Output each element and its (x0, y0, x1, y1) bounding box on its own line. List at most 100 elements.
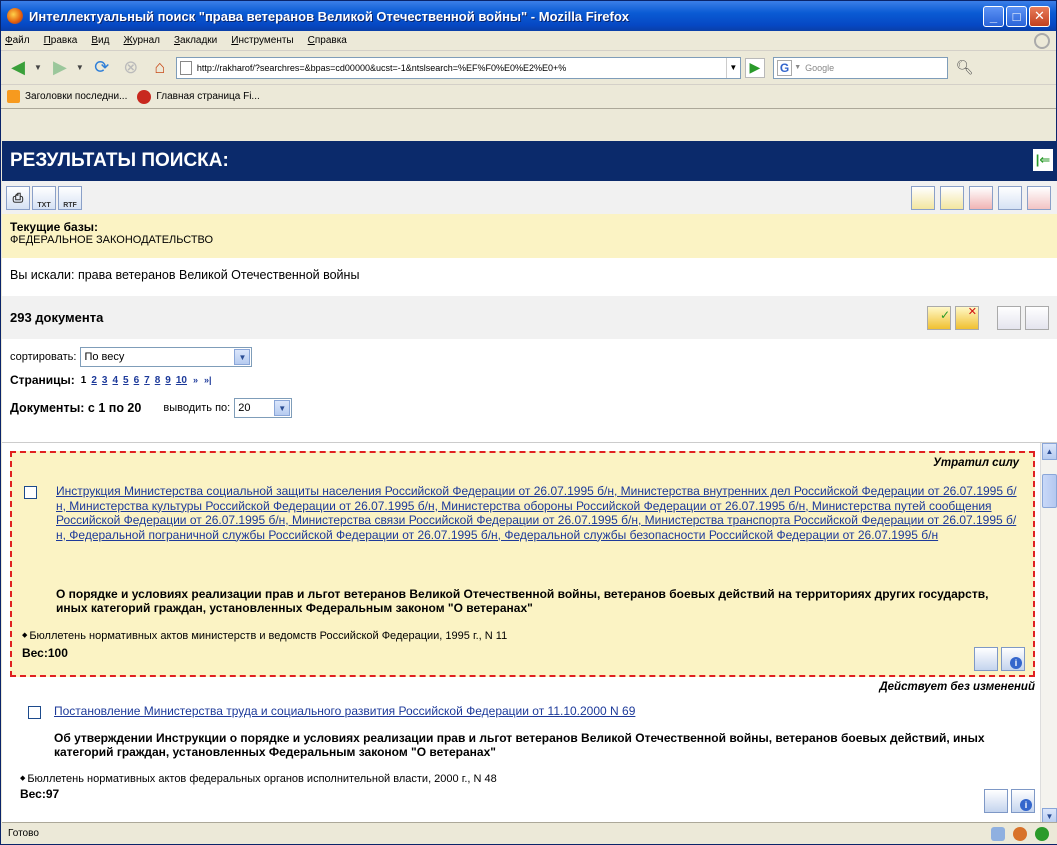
menu-history[interactable]: Журнал (123, 35, 160, 46)
toolbar: ⎙ TXT RTF (2, 181, 1057, 214)
export-icon[interactable] (997, 305, 1021, 330)
menu-file[interactable]: Файл (5, 35, 30, 46)
select-all-icon[interactable] (927, 305, 951, 330)
per-page-select[interactable]: 20 ▼ (234, 398, 293, 418)
back-dropdown-icon[interactable]: ▼ (34, 63, 42, 72)
pages-label: Страницы: (10, 373, 75, 387)
menu-edit[interactable]: Правка (44, 35, 78, 46)
menu-help[interactable]: Справка (308, 35, 347, 46)
results-header: РЕЗУЛЬТАТЫ ПОИСКА: |⇐ (2, 141, 1057, 181)
text-mode-icon[interactable] (1025, 305, 1049, 330)
page-link-8[interactable]: 8 (155, 375, 161, 386)
url-history-dropdown[interactable]: ▼ (725, 57, 740, 78)
addon-icon[interactable] (1013, 826, 1027, 841)
bases-icon[interactable] (969, 185, 993, 210)
search-box[interactable]: G ▼ Google (772, 56, 948, 79)
copy-doc-icon[interactable] (984, 789, 1008, 813)
result-checkbox[interactable] (24, 486, 37, 499)
scroll-thumb[interactable] (1042, 474, 1057, 508)
result-item: Утратил силу Инструкция Министерства соц… (10, 451, 1035, 677)
filter-icon[interactable] (911, 185, 935, 210)
page-content: РЕЗУЛЬТАТЫ ПОИСКА: |⇐ ⎙ TXT RTF Текущие … (2, 141, 1057, 824)
home-button[interactable]: ⌂ (147, 55, 173, 81)
firefox-icon (7, 8, 23, 24)
result-checkbox[interactable] (28, 706, 41, 719)
per-page-value: 20 (238, 402, 251, 414)
forward-button[interactable]: ▶ (47, 55, 73, 81)
page-link-2[interactable]: 2 (91, 375, 97, 386)
output-label: выводить по: (163, 402, 231, 414)
title-bar: Интеллектуальный поиск "права ветеранов … (1, 1, 1056, 31)
bookmark-doc-icon[interactable] (1027, 185, 1051, 210)
page-title: РЕЗУЛЬТАТЫ ПОИСКА: (10, 150, 229, 171)
collapse-panel-icon[interactable]: |⇐ (1033, 149, 1053, 171)
navigation-toolbar: ◀ ▼ ▶ ▼ ⟳ ⊗ ⌂ http://rakharof/?searchres… (1, 51, 1056, 85)
url-bar[interactable]: http://rakharof/?searchres=&bpas=cd00000… (175, 56, 741, 79)
stop-button[interactable]: ⊗ (118, 55, 144, 81)
deselect-all-icon[interactable] (955, 305, 979, 330)
bookmark-latest-headlines[interactable]: Заголовки последни... (7, 90, 127, 103)
minimize-button[interactable]: _ (983, 5, 1004, 27)
engine-dropdown-icon[interactable]: ▼ (794, 64, 801, 71)
url-text: http://rakharof/?searchres=&bpas=cd00000… (196, 62, 567, 73)
results-count-row: 293 документа (2, 296, 1057, 339)
chevron-down-icon[interactable]: ▼ (274, 400, 291, 416)
pagination: Страницы: 1 2 3 4 5 6 7 8 9 10 » »| (10, 369, 1049, 391)
page-link-6[interactable]: 6 (134, 375, 140, 386)
copy-doc-icon[interactable] (974, 647, 998, 671)
current-page: 1 (80, 374, 87, 386)
scroll-up-icon[interactable]: ▲ (1042, 443, 1057, 460)
windows-icon[interactable] (998, 185, 1022, 210)
result-source: Бюллетень нормативных актов федеральных … (20, 773, 496, 785)
google-engine-icon[interactable]: G (776, 59, 793, 76)
sort-value: По весу (84, 351, 125, 363)
go-button[interactable]: ▶ (744, 57, 765, 78)
current-bases: Текущие базы: ФЕДЕРАЛЬНОЕ ЗАКОНОДАТЕЛЬСТ… (2, 214, 1057, 258)
sort-select[interactable]: По весу ▼ (80, 347, 253, 367)
search-query-text: Вы искали: права ветеранов Великой Отече… (10, 268, 360, 282)
bookmark-label: Заголовки последни... (25, 91, 128, 102)
list-controls: сортировать: По весу ▼ Страницы: 1 2 3 4… (2, 339, 1057, 425)
info-icon[interactable] (1001, 647, 1025, 671)
result-title-link[interactable]: Инструкция Министерства социальной защит… (56, 484, 1021, 542)
bases-label: Текущие базы: (10, 220, 99, 234)
menu-bar: Файл Правка Вид Журнал Закладки Инструме… (1, 31, 1056, 51)
search-placeholder: Google (805, 62, 835, 73)
scrollbar[interactable]: ▲ ▼ (1040, 443, 1057, 824)
page-link-10[interactable]: 10 (176, 375, 187, 386)
menu-tools[interactable]: Инструменты (231, 35, 293, 46)
menu-bookmarks[interactable]: Закладки (174, 35, 217, 46)
status-badge: Действует без изменений (879, 681, 1035, 693)
bases-value: ФЕДЕРАЛЬНОЕ ЗАКОНОДАТЕЛЬСТВО (10, 234, 214, 246)
reload-button[interactable]: ⟳ (89, 55, 115, 81)
edit-query-icon[interactable] (940, 185, 964, 210)
menu-view[interactable]: Вид (91, 35, 109, 46)
next-page-link[interactable]: » (193, 375, 198, 385)
result-title-link[interactable]: Постановление Министерства труда и социа… (54, 704, 1023, 719)
chevron-down-icon[interactable]: ▼ (234, 349, 251, 365)
page-link-5[interactable]: 5 (123, 375, 129, 386)
search-icon[interactable]: 🔍︎ (956, 59, 974, 76)
page-link-4[interactable]: 4 (112, 375, 118, 386)
docs-range: Документы: с 1 по 20 (10, 401, 142, 415)
close-button[interactable]: ✕ (1029, 5, 1050, 27)
secure-ok-icon[interactable] (1035, 826, 1049, 841)
result-weight: Вес:100 (22, 646, 68, 660)
page-link-7[interactable]: 7 (144, 375, 150, 386)
sort-label: сортировать: (10, 351, 77, 363)
save-rtf-icon[interactable]: RTF (58, 185, 82, 210)
print-icon[interactable]: ⎙ (6, 185, 30, 210)
page-link-3[interactable]: 3 (102, 375, 108, 386)
back-button[interactable]: ◀ (5, 55, 31, 81)
forward-dropdown-icon[interactable]: ▼ (76, 63, 84, 72)
result-description: Об утверждении Инструкции о порядке и ус… (54, 731, 985, 759)
bookmark-firefox-home[interactable]: Главная страница Fi... (137, 89, 260, 104)
last-page-link[interactable]: »| (204, 375, 212, 385)
page-link-9[interactable]: 9 (165, 375, 171, 386)
bookmark-label: Главная страница Fi... (156, 91, 260, 102)
docs-range-row: Документы: с 1 по 20 выводить по: 20 ▼ (10, 391, 1049, 425)
info-icon[interactable] (1011, 789, 1035, 813)
maximize-button[interactable]: □ (1006, 5, 1027, 27)
page-info-icon[interactable] (991, 826, 1005, 841)
save-txt-icon[interactable]: TXT (32, 185, 56, 210)
